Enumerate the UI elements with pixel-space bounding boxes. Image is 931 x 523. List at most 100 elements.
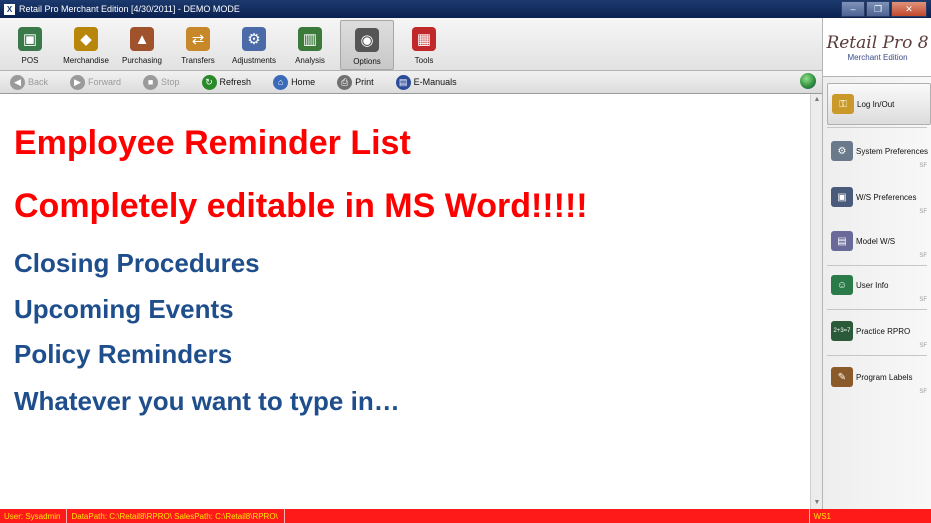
system-preferences-icon: ⚙	[831, 141, 853, 161]
merchandise-icon: ◆	[74, 27, 98, 51]
status-paths: DataPath: C:\Retail8\RPRO\ SalesPath: C:…	[67, 509, 285, 523]
options-icon: ◉	[355, 28, 379, 52]
side-model-w-s-button[interactable]: ▤ Model W/S SF	[827, 221, 929, 261]
side-item-label: User Info	[856, 280, 889, 290]
document-item: Policy Reminders	[14, 339, 233, 369]
document-item: Whatever you want to type in…	[14, 386, 400, 416]
status-workstation: WS1	[808, 509, 831, 523]
side-user-info-button[interactable]: ☺ User Info SF	[827, 265, 929, 305]
e-manuals-icon: ▤	[395, 74, 411, 90]
toolbar-label: Refresh	[219, 77, 252, 87]
menu-label: Purchasing	[121, 56, 163, 65]
side-item-tag: SF	[919, 297, 927, 303]
program-labels-icon: ✎	[831, 367, 853, 387]
document-heading: Completely editable in MS Word!!!!!	[14, 187, 588, 225]
side-item-label: System Preferences	[856, 146, 929, 156]
menu-label: Analysis	[295, 56, 325, 65]
toolbar-refresh-button[interactable]: ↻ Refresh	[201, 72, 252, 92]
logo-subtitle: Merchant Edition	[847, 52, 908, 62]
side-divider	[827, 309, 927, 310]
stop-icon: ■	[143, 74, 159, 90]
side-system-preferences-button[interactable]: ⚙ System Preferences SF	[827, 131, 929, 171]
purchasing-icon: ▲	[130, 27, 154, 51]
toolbar-back-button[interactable]: ◀ Back	[10, 72, 48, 92]
main-module-menu: ▣ POS ◆ Merchandise ▲ Purchasing ⇄ Transfers ⚙ Ad…	[0, 18, 822, 71]
app-icon: X	[4, 3, 15, 15]
menu-tools[interactable]: ▦ Tools	[398, 20, 450, 68]
side-program-labels-button[interactable]: ✎ Program Labels SF	[827, 357, 929, 397]
window-controls: – ❐ ✕	[840, 1, 927, 17]
menu-label: POS	[21, 56, 39, 65]
toolbar-stop-button[interactable]: ■ Stop	[143, 72, 180, 92]
window-title: Retail Pro Merchant Edition [4/30/2011] …	[19, 4, 240, 14]
transfers-icon: ⇄	[186, 27, 210, 51]
side-practice-rpro-button[interactable]: 2+3=7 Practice RPRO SF	[827, 311, 929, 351]
side-item-label: W/S Preferences	[856, 192, 917, 202]
side-log-in-out-button[interactable]: ⚿ Log In/Out	[827, 83, 931, 125]
status-user: User: Sysadmin	[0, 509, 68, 523]
forward-arrow-icon: ▶	[70, 74, 86, 90]
toolbar-label: Forward	[88, 77, 122, 87]
menu-pos[interactable]: ▣ POS	[4, 20, 56, 68]
toolbar-home-button[interactable]: ⌂ Home	[273, 72, 315, 92]
side-item-label: Practice RPRO	[856, 326, 911, 336]
toolbar-e-manuals-button[interactable]: ▤ E-Manuals	[395, 72, 457, 92]
model-workstation-icon: ▤	[831, 231, 853, 251]
menu-label: Merchandise	[63, 56, 109, 65]
printer-icon: ⎙	[337, 74, 353, 90]
toolbar-label: Print	[355, 77, 374, 87]
adjustments-icon: ⚙	[242, 27, 266, 51]
side-item-tag: SF	[919, 163, 927, 169]
globe-icon[interactable]	[800, 73, 816, 89]
options-side-panel: ⚿ Log In/Out ⚙ System Preferences SF ▣ W/S Pre…	[822, 77, 931, 509]
side-item-label: Model W/S	[856, 236, 896, 246]
workstation-preferences-icon: ▣	[831, 187, 853, 207]
menu-label: Tools	[414, 56, 434, 65]
side-item-tag: SF	[919, 209, 927, 215]
menu-label: Adjustments	[231, 56, 277, 65]
refresh-icon: ↻	[201, 74, 217, 90]
menu-label: Transfers	[181, 56, 215, 65]
toolbar-label: Back	[28, 77, 49, 87]
menu-merchandise[interactable]: ◆ Merchandise	[60, 20, 112, 68]
menu-purchasing[interactable]: ▲ Purchasing	[116, 20, 168, 68]
menu-transfers[interactable]: ⇄ Transfers	[172, 20, 224, 68]
document-item: Closing Procedures	[14, 248, 260, 278]
menu-options[interactable]: ◉ Options	[340, 20, 394, 70]
user-info-icon: ☺	[831, 275, 853, 295]
menu-label: Options	[353, 57, 381, 66]
browser-toolbar: ◀ Back ▶ Forward ■ Stop ↻ Refresh ⌂ Home ⎙ Print ▤ E-…	[0, 71, 822, 94]
document-item: Upcoming Events	[14, 294, 234, 324]
side-item-tag: SF	[919, 389, 927, 395]
side-divider	[827, 265, 927, 266]
side-divider	[827, 355, 927, 356]
menu-analysis[interactable]: ▥ Analysis	[284, 20, 336, 68]
toolbar-label: Home	[291, 77, 316, 87]
side-item-tag: SF	[919, 253, 927, 259]
minimize-button[interactable]: –	[841, 1, 865, 17]
side-divider	[827, 127, 927, 128]
menu-adjustments[interactable]: ⚙ Adjustments	[228, 20, 280, 68]
retail-pro-logo: Retail Pro 8 Merchant Edition	[822, 18, 931, 77]
status-bar: User: Sysadmin DataPath: C:\Retail8\RPRO…	[0, 509, 931, 523]
login-keys-icon: ⚿	[832, 94, 854, 114]
pos-register-icon: ▣	[18, 27, 42, 51]
side-w-s-preferences-button[interactable]: ▣ W/S Preferences SF	[827, 177, 929, 217]
document-heading: Employee Reminder List	[14, 124, 411, 162]
side-item-tag: SF	[919, 343, 927, 349]
practice-chalkboard-icon: 2+3=7	[831, 321, 853, 341]
toolbar-label: Stop	[161, 77, 180, 87]
window-title-bar[interactable]: X Retail Pro Merchant Edition [4/30/2011…	[0, 0, 931, 18]
toolbar-forward-button[interactable]: ▶ Forward	[70, 72, 121, 92]
document-view[interactable]: Employee Reminder List Completely editabl…	[0, 94, 810, 509]
back-arrow-icon: ◀	[10, 74, 25, 90]
logo-title: Retail Pro 8	[826, 32, 929, 53]
toolbar-print-button[interactable]: ⎙ Print	[337, 72, 374, 92]
toolbar-label: E-Manuals	[413, 77, 457, 87]
close-button[interactable]: ✕	[891, 1, 927, 17]
maximize-button[interactable]: ❐	[866, 1, 890, 17]
tools-icon: ▦	[412, 27, 436, 51]
side-item-label: Log In/Out	[857, 99, 895, 109]
home-icon: ⌂	[273, 74, 289, 90]
analysis-icon: ▥	[298, 27, 322, 51]
